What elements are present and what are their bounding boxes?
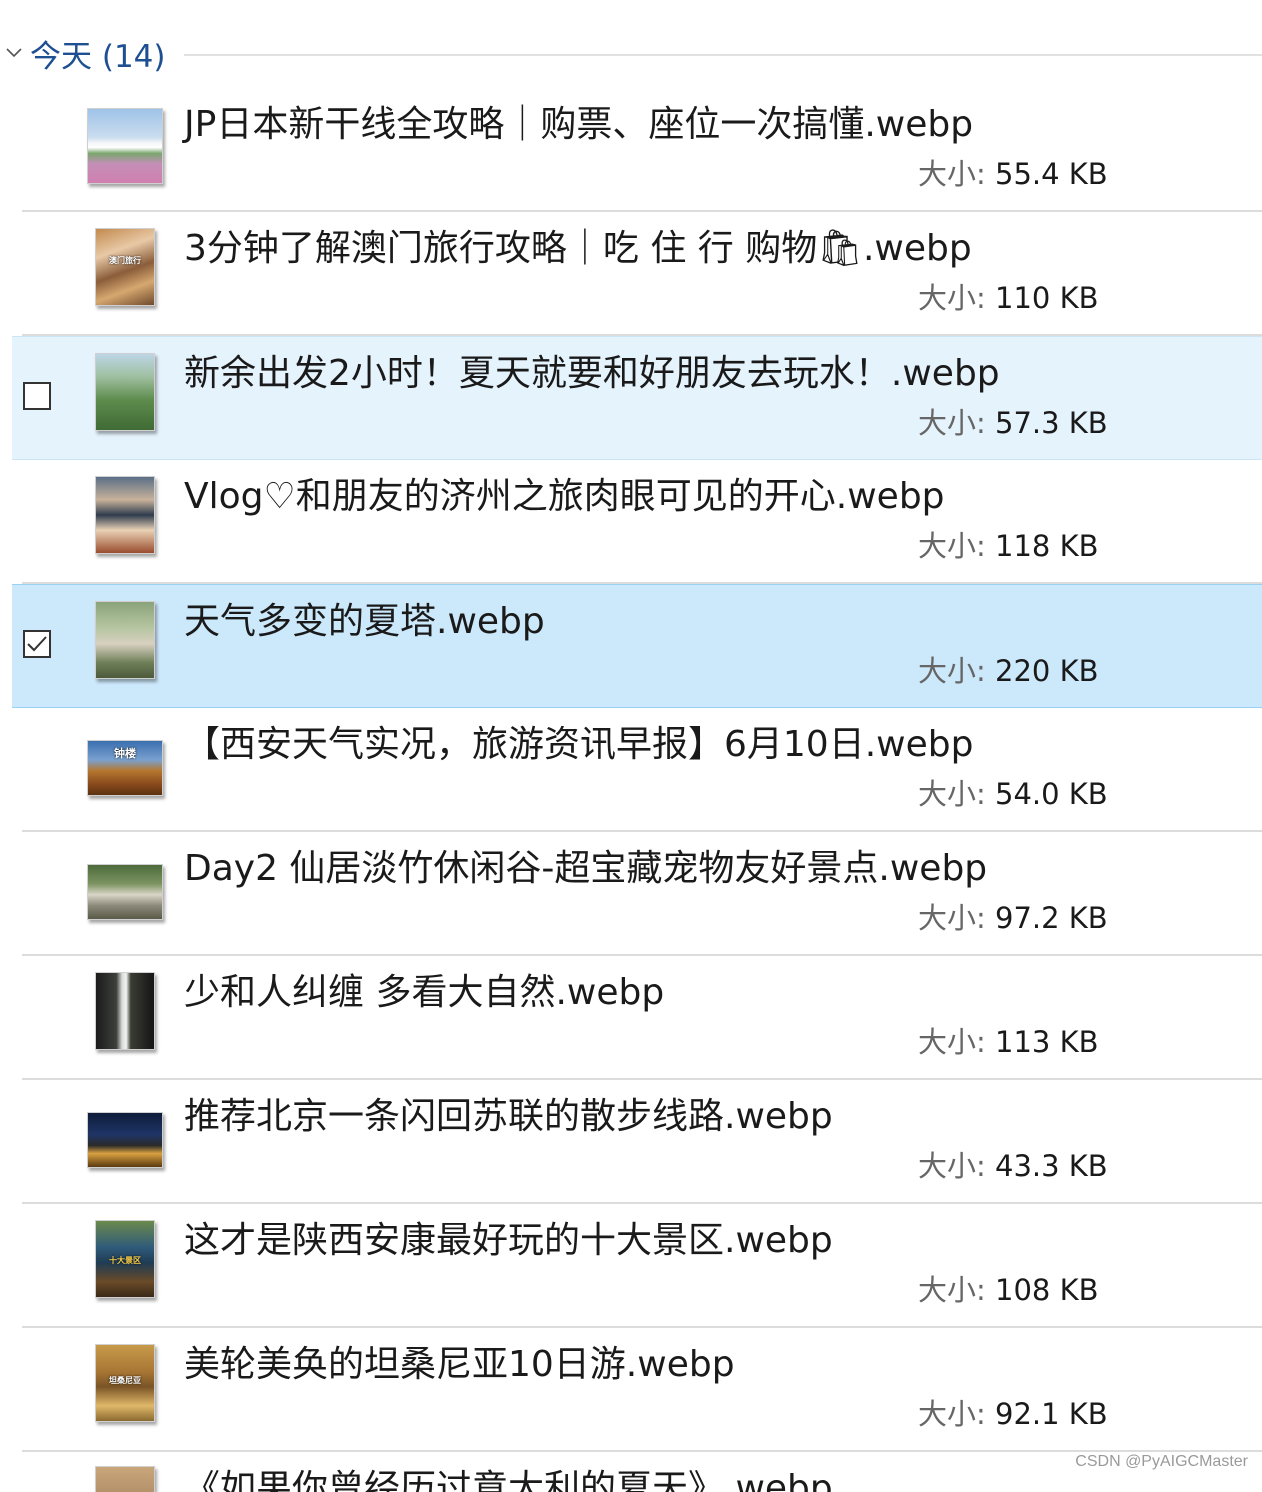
file-thumbnail [95,601,155,679]
file-name[interactable]: 3分钟了解澳门旅行攻略｜吃 住 行 购物🛍.webp [184,226,972,272]
file-thumbnail [95,972,155,1050]
file-row[interactable]: 澳门旅行 3分钟了解澳门旅行攻略｜吃 住 行 购物🛍.webp 大小: 110 … [0,212,1262,336]
file-size: 大小: 118 KB [918,526,1098,566]
file-row[interactable]: Vlog♡和朋友的济州之旅肉眼可见的开心.webp 大小: 118 KB [0,460,1262,584]
file-size: 大小: 54.0 KB [918,774,1108,814]
file-thumbnail [95,353,155,431]
file-size: 大小: 113 KB [918,1022,1098,1062]
file-thumbnail [87,108,163,184]
file-size: 大小: 220 KB [918,651,1098,691]
file-row[interactable]: 十大景区 这才是陕西安康最好玩的十大景区.webp 大小: 108 KB [0,1204,1262,1328]
file-row[interactable]: 少和人纠缠 多看大自然.webp 大小: 113 KB [0,956,1262,1080]
file-thumbnail: 钟楼 [87,740,163,796]
file-size: 大小: 110 KB [918,278,1098,318]
file-size: 大小: 55.4 KB [918,154,1108,194]
group-title: 今天 (14) [30,31,166,76]
file-thumbnail: 坦桑尼亚 [95,1344,155,1422]
checkmark-icon [26,634,48,654]
file-name[interactable]: JP日本新干线全攻略｜购票、座位一次搞懂.webp [184,102,973,148]
file-row[interactable]: 坦桑尼亚 美轮美奂的坦桑尼亚10日游.webp 大小: 92.1 KB [0,1328,1262,1452]
file-size: 大小: 92.1 KB [918,1394,1108,1434]
group-header[interactable]: 今天 (14) [0,24,1262,82]
file-name[interactable]: 推荐北京一条闪回苏联的散步线路.webp [184,1094,833,1140]
file-row[interactable]: 《如果你曾经历过意大利的夏天》.webp [0,1452,1262,1492]
file-name[interactable]: 美轮美奂的坦桑尼亚10日游.webp [184,1342,735,1388]
file-row[interactable]: 新余出发2小时！夏天就要和好朋友去玩水！.webp 大小: 57.3 KB [12,336,1262,460]
file-size: 大小: 108 KB [918,1270,1098,1310]
row-checkbox[interactable] [23,630,51,658]
file-size: 大小: 57.3 KB [918,403,1108,443]
file-row[interactable]: Day2 仙居淡竹休闲谷-超宝藏宠物友好景点.webp 大小: 97.2 KB [0,832,1262,956]
file-thumbnail [87,1112,163,1168]
chevron-down-icon[interactable] [0,39,28,67]
file-name[interactable]: 新余出发2小时！夏天就要和好朋友去玩水！.webp [184,351,1000,397]
file-thumbnail: 十大景区 [95,1220,155,1298]
file-name[interactable]: 这才是陕西安康最好玩的十大景区.webp [184,1218,833,1264]
file-size: 大小: 97.2 KB [918,898,1108,938]
file-name[interactable]: 少和人纠缠 多看大自然.webp [184,970,664,1016]
file-thumbnail: 澳门旅行 [95,228,155,306]
file-name[interactable]: 天气多变的夏塔.webp [184,599,545,645]
row-checkbox[interactable] [23,382,51,410]
file-name[interactable]: 《如果你曾经历过意大利的夏天》.webp [184,1466,833,1492]
file-row[interactable]: JP日本新干线全攻略｜购票、座位一次搞懂.webp 大小: 55.4 KB [0,88,1262,212]
file-list: JP日本新干线全攻略｜购票、座位一次搞懂.webp 大小: 55.4 KB 澳门… [0,88,1262,1492]
file-thumbnail [87,864,163,920]
file-thumbnail [95,1466,155,1492]
file-name[interactable]: 【西安天气实况，旅游资讯早报】6月10日.webp [184,722,973,768]
group-divider [184,54,1262,56]
watermark: CSDN @PyAIGCMaster [1075,1453,1248,1471]
file-thumbnail [95,476,155,554]
file-name[interactable]: Day2 仙居淡竹休闲谷-超宝藏宠物友好景点.webp [184,846,987,892]
file-row[interactable]: 推荐北京一条闪回苏联的散步线路.webp 大小: 43.3 KB [0,1080,1262,1204]
file-size: 大小: 43.3 KB [918,1146,1108,1186]
file-name[interactable]: Vlog♡和朋友的济州之旅肉眼可见的开心.webp [184,474,945,520]
file-row[interactable]: 天气多变的夏塔.webp 大小: 220 KB [12,584,1262,708]
file-row[interactable]: 钟楼 【西安天气实况，旅游资讯早报】6月10日.webp 大小: 54.0 KB [0,708,1262,832]
